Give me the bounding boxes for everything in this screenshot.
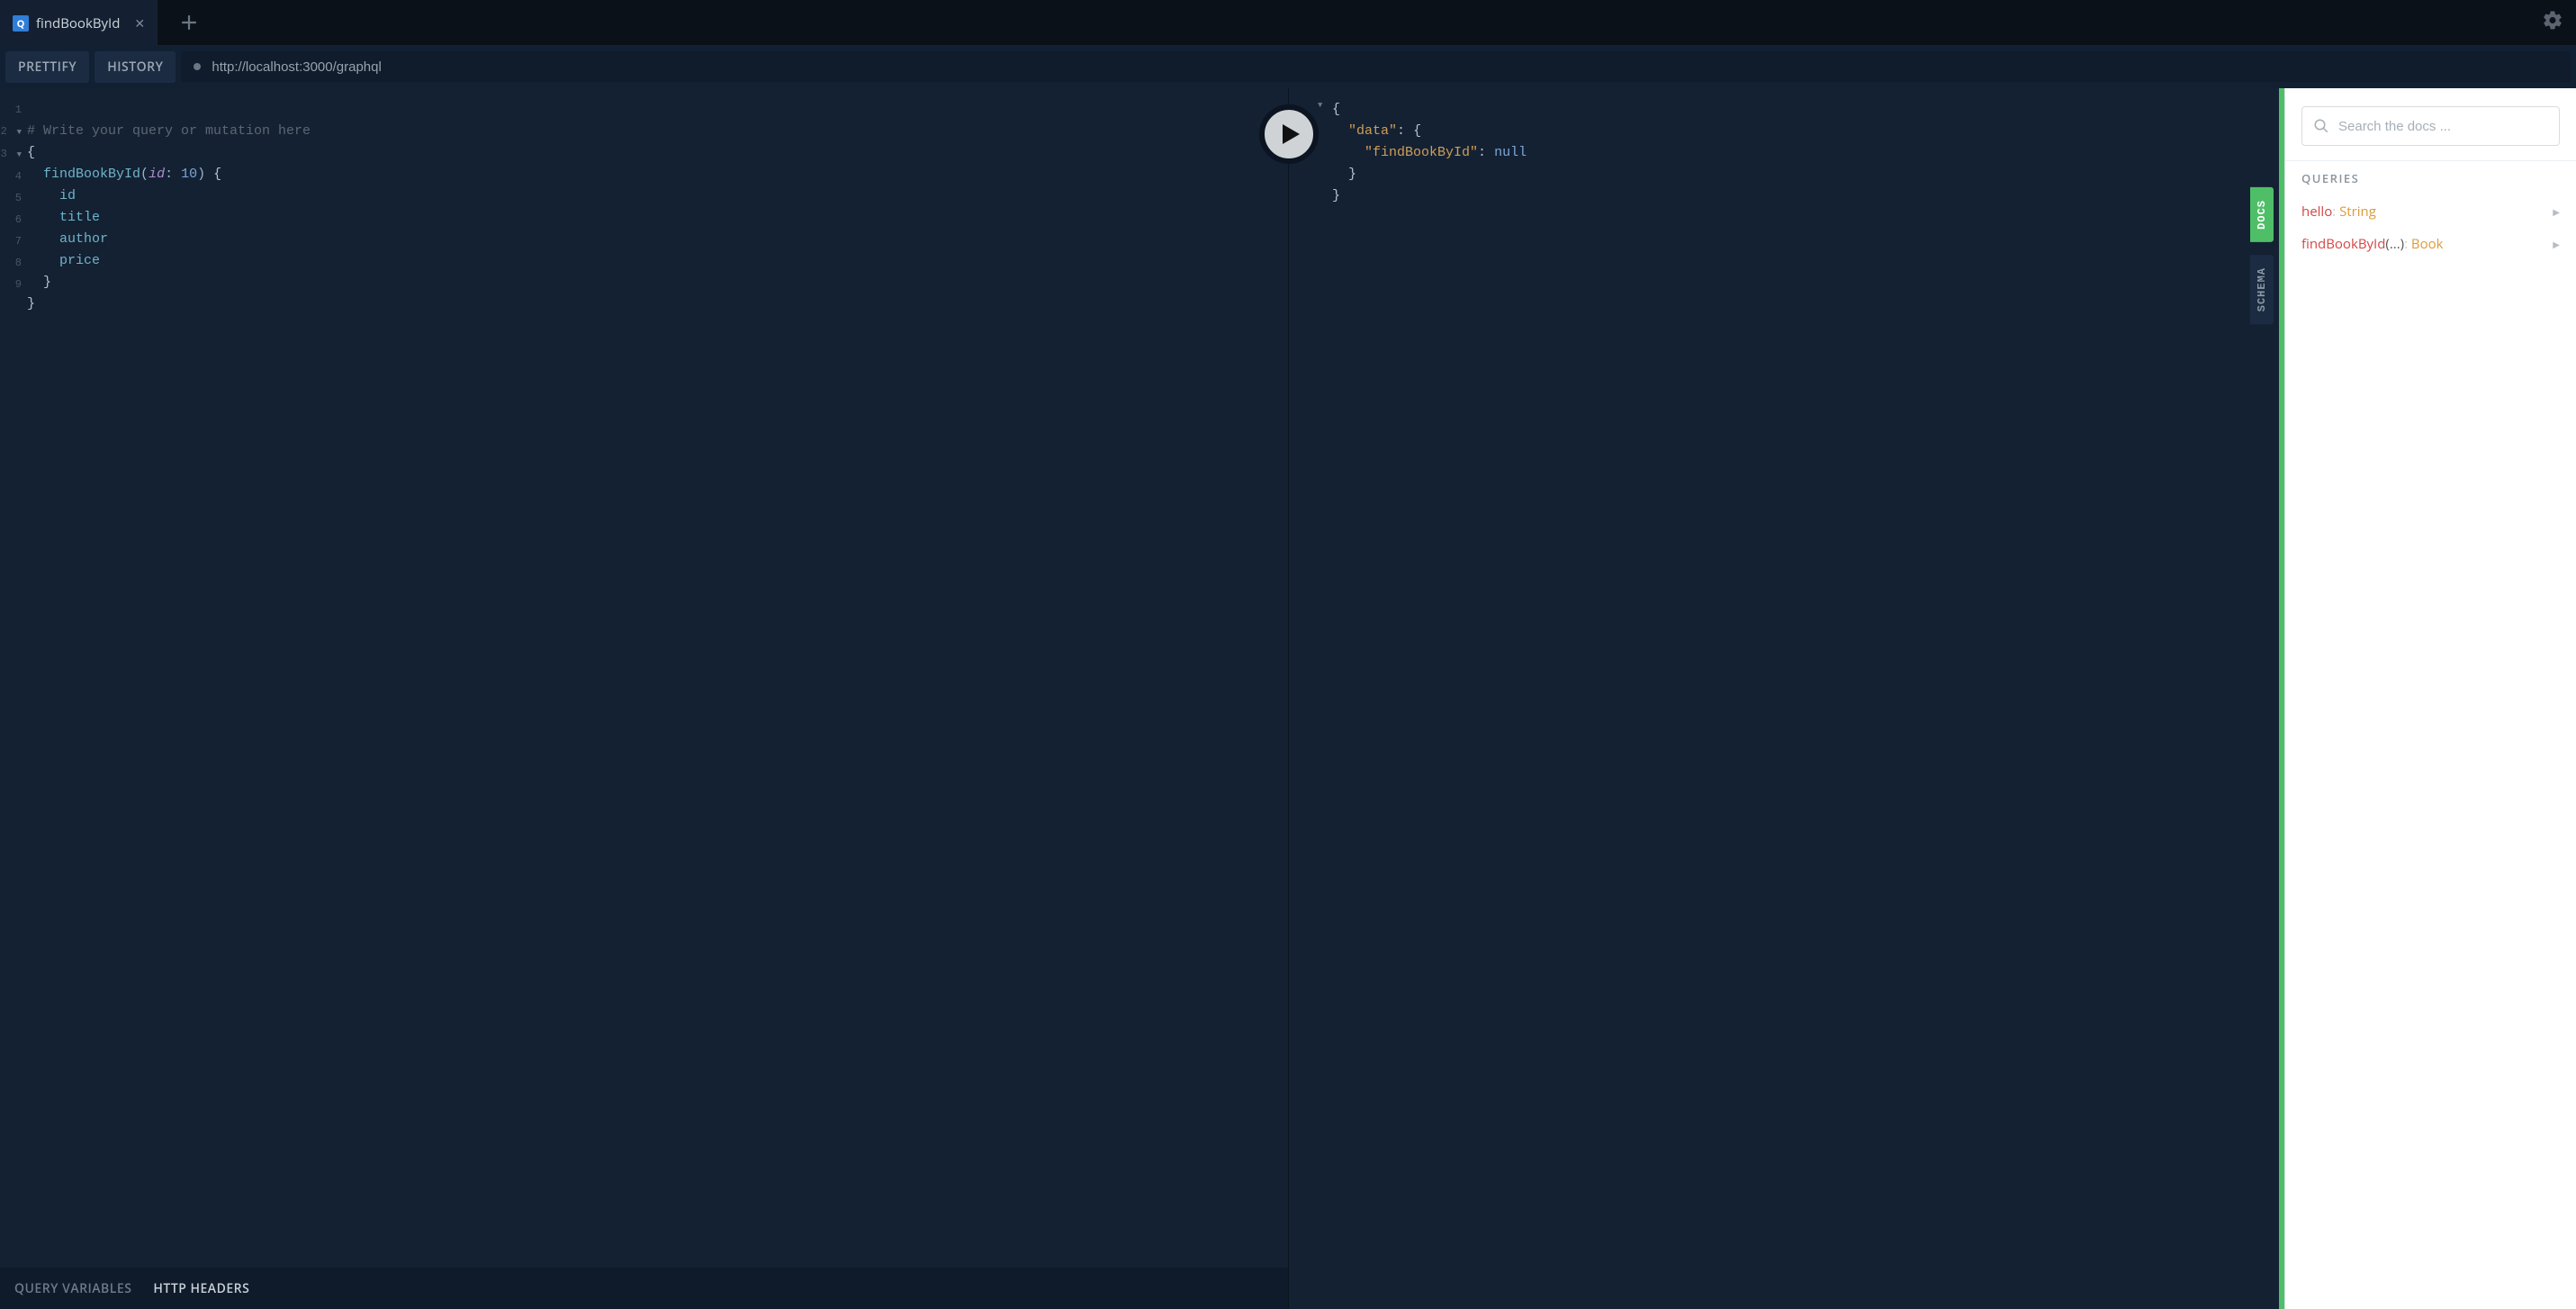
- prettify-button[interactable]: Prettify: [5, 51, 89, 83]
- editor-content[interactable]: # Write your query or mutation here { fi…: [27, 99, 1288, 1268]
- gear-icon[interactable]: [2542, 10, 2563, 36]
- search-icon: [2313, 118, 2329, 134]
- tab-active[interactable]: Q findBookById ✕: [0, 0, 158, 45]
- chevron-right-icon: ▶: [2553, 205, 2560, 218]
- execute-button[interactable]: [1259, 104, 1319, 164]
- tab-bar: Q findBookById ✕: [0, 0, 2576, 45]
- close-icon[interactable]: ✕: [134, 15, 145, 32]
- side-tabs: DOCS SCHEMA: [2250, 187, 2274, 324]
- endpoint-input[interactable]: [212, 59, 2558, 75]
- endpoint-status-dot: [194, 63, 201, 70]
- new-tab-button[interactable]: [167, 0, 212, 45]
- result-pane: ▼ { "data": { "findBookById": null } } D…: [1288, 88, 2279, 1309]
- toolbar: Prettify History: [0, 45, 2576, 88]
- docs-item-findbookbyid[interactable]: findBookById(...): Book ▶: [2285, 228, 2576, 260]
- result-content[interactable]: { "data": { "findBookById": null } }: [1332, 99, 2279, 207]
- query-editor[interactable]: 1 2 ▼ 3 ▼ 4 5 6 7 8 9 # Write your query…: [0, 88, 1288, 1268]
- docs-search-input[interactable]: [2338, 119, 2548, 134]
- history-button[interactable]: History: [95, 51, 176, 83]
- fold-icon[interactable]: ▼: [1318, 101, 1322, 110]
- chevron-right-icon: ▶: [2553, 238, 2560, 250]
- query-editor-pane: 1 2 ▼ 3 ▼ 4 5 6 7 8 9 # Write your query…: [0, 88, 1288, 1309]
- docs-panel: QUERIES hello: String ▶ findBookById(...…: [2284, 88, 2576, 1309]
- tab-http-headers[interactable]: HTTP Headers: [153, 1280, 249, 1297]
- editor-bottom-tabs: Query Variables HTTP Headers: [0, 1268, 1288, 1309]
- endpoint-bar[interactable]: [181, 51, 2571, 82]
- docs-divider[interactable]: [2279, 88, 2284, 1309]
- schema-tab[interactable]: SCHEMA: [2250, 255, 2274, 324]
- tab-query-variables[interactable]: Query Variables: [14, 1280, 131, 1297]
- editor-gutter: 1 2 ▼ 3 ▼ 4 5 6 7 8 9: [0, 99, 27, 1268]
- docs-tab[interactable]: DOCS: [2250, 187, 2274, 242]
- docs-search: [2285, 88, 2576, 160]
- docs-item-hello[interactable]: hello: String ▶: [2285, 195, 2576, 228]
- tab-badge: Q: [13, 15, 29, 32]
- docs-section-queries: QUERIES: [2285, 160, 2576, 195]
- tab-title: findBookById: [36, 14, 120, 32]
- workspace: 1 2 ▼ 3 ▼ 4 5 6 7 8 9 # Write your query…: [0, 88, 2576, 1309]
